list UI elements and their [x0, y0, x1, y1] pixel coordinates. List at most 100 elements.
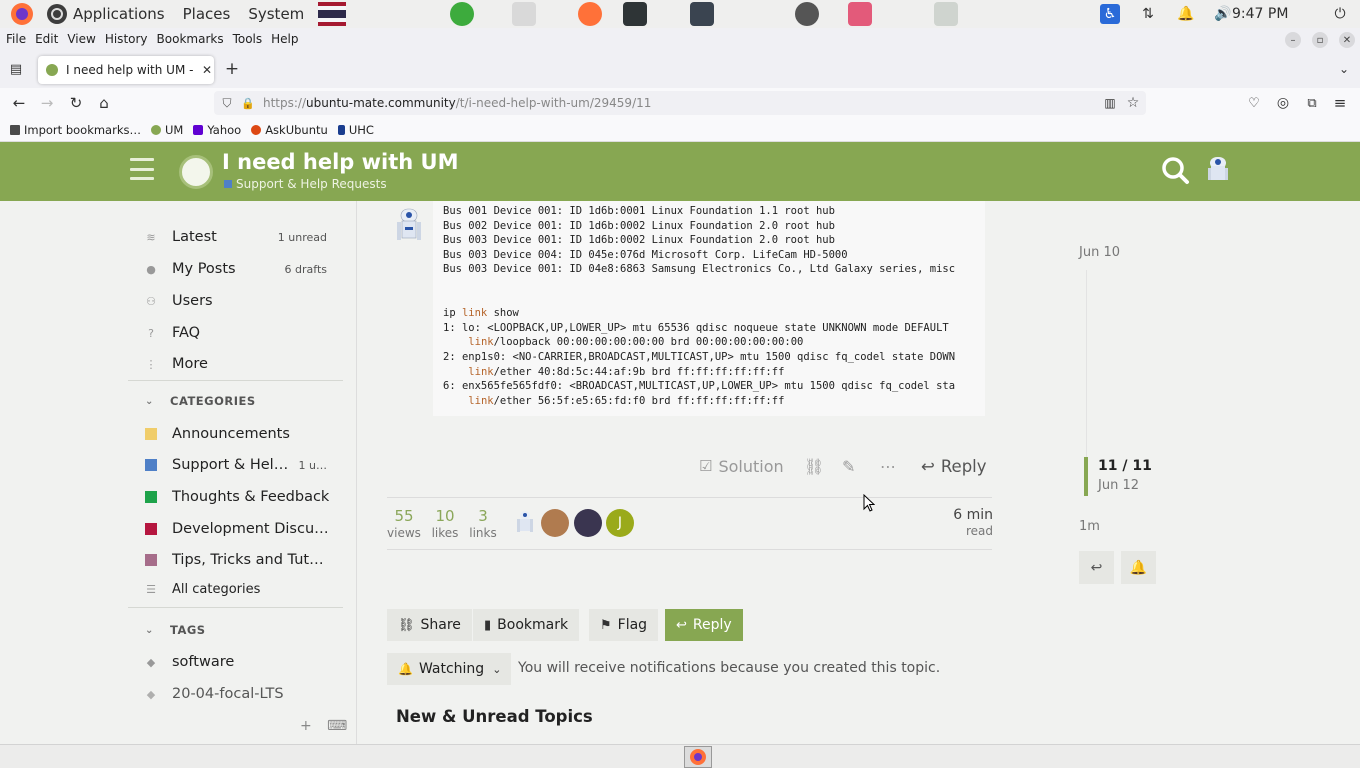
bookmark-um[interactable]: UM	[150, 123, 183, 137]
app-menu-icon[interactable]: ≡	[1330, 93, 1350, 113]
sidebar-item-faq[interactable]: ? FAQ	[145, 321, 345, 345]
sidebar-tag-focal[interactable]: ◆ 20-04-focal-LTS	[145, 682, 345, 706]
list-all-tabs-icon[interactable]: ⌄	[1334, 59, 1354, 79]
sidebar-item-my-posts[interactable]: ● My Posts 6 drafts	[145, 257, 345, 281]
system-top-panel: Applications Places System ♿ ⇅ 🔔 🔊 9:47 …	[0, 0, 1360, 28]
pocket-icon[interactable]: ♡	[1244, 93, 1264, 113]
user-avatar[interactable]	[1205, 155, 1231, 183]
timeline-reply-icon[interactable]: ↩	[1079, 551, 1114, 584]
clock[interactable]: 9:47 PM	[1232, 0, 1288, 28]
back-icon[interactable]: ←	[9, 93, 29, 113]
recycle-icon[interactable]	[934, 2, 958, 26]
firefox-view-icon[interactable]: ▤	[6, 59, 26, 79]
account-icon[interactable]: ◎	[1273, 93, 1293, 113]
screen-switcher-icon[interactable]	[450, 2, 474, 26]
timeline-start-date[interactable]: Jun 10	[1079, 245, 1120, 260]
bookmark-yahoo[interactable]: Yahoo	[193, 123, 241, 137]
extensions-icon[interactable]: ⧉	[1302, 93, 1322, 113]
usb-creator-icon[interactable]	[848, 2, 872, 26]
menu-edit[interactable]: Edit	[35, 32, 58, 46]
bookmark-askubuntu[interactable]: AskUbuntu	[251, 123, 328, 137]
sidebar-section-categories[interactable]: ⌄ CATEGORIES	[145, 391, 345, 411]
software-updater-icon[interactable]	[795, 2, 819, 26]
volume-icon[interactable]: 🔊	[1213, 4, 1233, 24]
forward-icon[interactable]: →	[37, 93, 57, 113]
search-icon[interactable]	[1160, 155, 1190, 185]
menu-tools[interactable]: Tools	[233, 32, 263, 46]
home-icon[interactable]: ⌂	[94, 93, 114, 113]
stat-links[interactable]: 3 links	[463, 506, 503, 540]
timeline-end-age[interactable]: 1m	[1079, 519, 1100, 534]
flag-button[interactable]: ⚑ Flag	[589, 609, 659, 641]
reader-view-icon[interactable]: ▥	[1100, 93, 1120, 113]
menu-bookmarks[interactable]: Bookmarks	[157, 32, 224, 46]
firefox-icon[interactable]	[10, 2, 34, 26]
sidebar-category-development[interactable]: Development Discussion	[145, 517, 345, 541]
sidebar-item-more[interactable]: ⋮ More	[145, 352, 345, 376]
power-icon[interactable]: ⏻	[1330, 4, 1350, 24]
tab-close-icon[interactable]: ✕	[202, 63, 212, 77]
sidebar-all-categories[interactable]: ☰ All categories	[145, 577, 345, 601]
sidebar-item-latest[interactable]: ≋ Latest 1 unread	[145, 225, 345, 249]
menu-help[interactable]: Help	[271, 32, 298, 46]
terminal-icon[interactable]	[623, 2, 647, 26]
applications-menu[interactable]: Applications	[73, 5, 165, 23]
restore-icon[interactable]: ▫	[1312, 32, 1328, 48]
taskbar-firefox-window-icon[interactable]	[684, 746, 712, 768]
new-tab-icon[interactable]: +	[222, 59, 242, 79]
menu-file[interactable]: File	[6, 32, 26, 46]
system-menu[interactable]: System	[248, 5, 304, 23]
sensors-icon[interactable]	[512, 2, 536, 26]
tab-active[interactable]: I need help with UM - Support & Help Req…	[38, 56, 214, 84]
close-window-icon[interactable]: ✕	[1339, 32, 1355, 48]
notifications-icon[interactable]: 🔔	[1176, 4, 1196, 24]
header-topic-category[interactable]: Support & Help Requests	[224, 177, 387, 191]
timeline-handle[interactable]	[1084, 457, 1088, 496]
sidebar-item-label: More	[172, 356, 208, 372]
bookmark-star-icon[interactable]: ☆	[1123, 93, 1143, 113]
participant-avatar[interactable]	[574, 509, 602, 537]
sidebar-category-announcements[interactable]: Announcements	[145, 422, 345, 446]
url-bar[interactable]: ⛉ 🔒 https://ubuntu-mate.community/t/i-ne…	[214, 91, 1146, 115]
bookmark-uhc[interactable]: UHC	[337, 123, 374, 137]
post-reply-button[interactable]: ↩ Reply	[921, 455, 987, 477]
site-logo[interactable]	[179, 155, 213, 189]
edit-pencil-icon[interactable]: ✎	[842, 455, 855, 477]
sidebar-section-tags[interactable]: ⌄ TAGS	[145, 620, 345, 640]
system-monitor-icon[interactable]	[690, 2, 714, 26]
tracking-protection-icon[interactable]: ⛉	[217, 93, 237, 113]
notification-level-dropdown[interactable]: 🔔 Watching ⌄	[387, 653, 511, 685]
sidebar-tag-software[interactable]: ◆ software	[145, 650, 345, 674]
add-section-icon[interactable]: +	[300, 718, 312, 734]
network-icon[interactable]: ⇅	[1138, 4, 1158, 24]
keyboard-shortcuts-icon[interactable]: ⌨	[327, 718, 347, 734]
participant-avatar[interactable]	[541, 509, 569, 537]
header-topic-title[interactable]: I need help with UM	[222, 150, 459, 174]
sidebar-item-users[interactable]: ⚇ Users	[145, 289, 345, 313]
places-menu[interactable]: Places	[183, 5, 231, 23]
hamburger-menu-icon[interactable]	[130, 158, 154, 180]
participant-avatar[interactable]	[511, 509, 539, 537]
share-button[interactable]: ⛓ Share	[387, 609, 472, 641]
timeline-bell-icon[interactable]: 🔔	[1121, 551, 1156, 584]
minimize-icon[interactable]: –	[1285, 32, 1301, 48]
more-actions-icon[interactable]: ⋯	[880, 455, 896, 477]
reload-icon[interactable]: ↻	[66, 93, 86, 113]
topic-reply-button[interactable]: ↩ Reply	[665, 609, 743, 641]
stat-likes[interactable]: 10 likes	[425, 506, 465, 540]
bookmark-import[interactable]: Import bookmarks…	[10, 123, 141, 137]
menu-view[interactable]: View	[67, 32, 95, 46]
menu-history[interactable]: History	[105, 32, 148, 46]
firefox-icon[interactable]	[578, 2, 602, 26]
poster-avatar[interactable]	[395, 207, 423, 245]
accessibility-icon[interactable]: ♿	[1100, 4, 1120, 24]
solution-button[interactable]: ☑ Solution	[699, 455, 784, 477]
bookmark-button[interactable]: ▮ Bookmark	[473, 609, 580, 641]
participant-avatar[interactable]: J	[606, 509, 634, 537]
lock-icon[interactable]: 🔒	[238, 93, 258, 113]
sidebar-category-support[interactable]: Support & Help Requests 1 u…	[145, 453, 345, 477]
sidebar-category-thoughts[interactable]: Thoughts & Feedback	[145, 485, 345, 509]
thai-flag-keyboard-layout-icon[interactable]	[318, 2, 347, 26]
link-icon[interactable]: ⛓	[804, 455, 824, 477]
sidebar-category-tips[interactable]: Tips, Tricks and Tutorials	[145, 548, 345, 572]
